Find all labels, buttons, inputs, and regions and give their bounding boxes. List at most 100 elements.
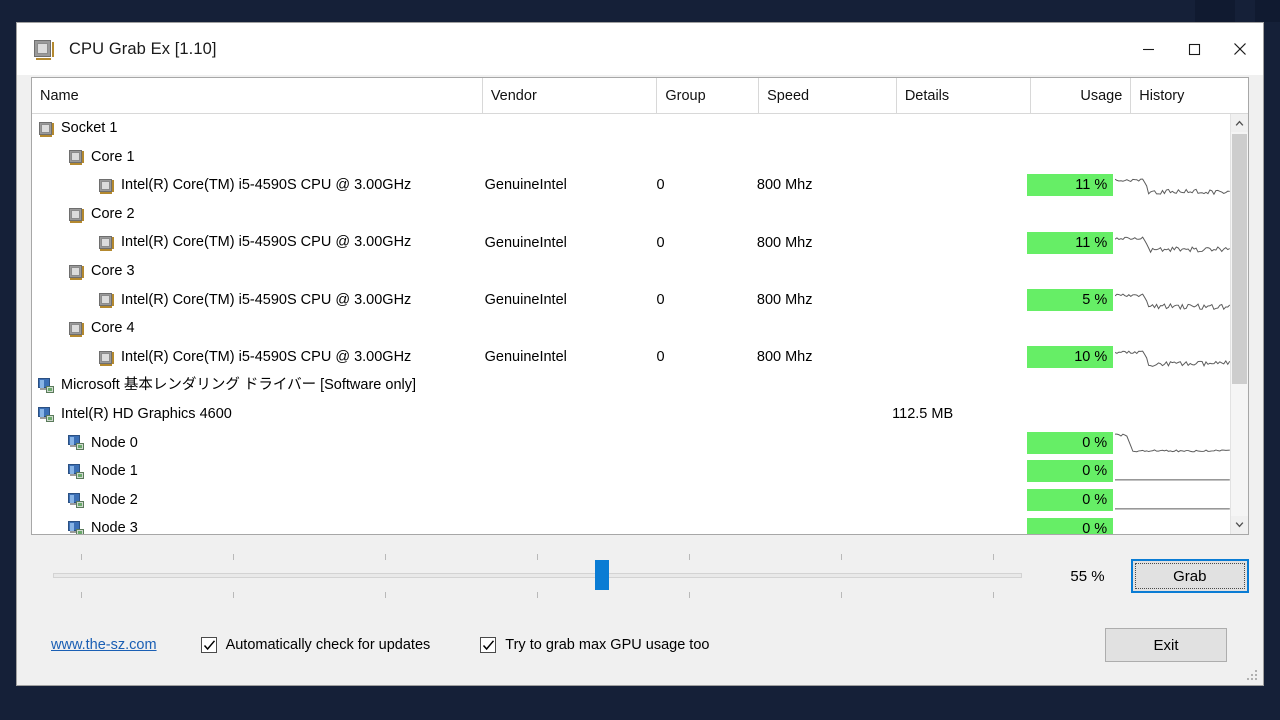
usage-bar: 10 %	[1027, 346, 1114, 369]
table-row[interactable]: Intel(R) Core(TM) i5-4590S CPU @ 3.00GHz…	[32, 286, 1230, 315]
history-sparkline	[1115, 350, 1230, 368]
close-icon[interactable]	[1217, 23, 1263, 75]
row-name-label: Node 3	[91, 520, 138, 534]
exit-button[interactable]: Exit	[1105, 628, 1227, 662]
row-speed-cell	[749, 314, 885, 343]
row-vendor-cell	[476, 514, 648, 534]
column-header-usage[interactable]: Usage	[1031, 78, 1132, 113]
device-tree-list[interactable]: Name Vendor Group Speed Details Usage Hi…	[31, 77, 1249, 535]
row-history-cell	[1115, 114, 1230, 143]
scroll-up-icon[interactable]	[1231, 114, 1248, 132]
table-row[interactable]: Intel(R) HD Graphics 4600 112.5 MB	[32, 400, 1230, 429]
row-vendor-cell: GenuineIntel	[484, 177, 567, 194]
load-slider[interactable]	[53, 546, 1023, 606]
row-name-label: Microsoft 基本レンダリング ドライバー [Software only]	[61, 377, 417, 394]
history-sparkline	[1115, 293, 1230, 311]
table-row[interactable]: Socket 1	[32, 114, 1230, 143]
row-usage-cell: 0 %	[1017, 489, 1115, 512]
row-name-label: Intel(R) Core(TM) i5-4590S CPU @ 3.00GHz	[121, 291, 412, 308]
grab-button[interactable]: Grab	[1130, 559, 1249, 593]
row-name-cell: Microsoft 基本レンダリング ドライバー [Software only]	[32, 371, 476, 400]
table-row[interactable]: Core 4	[32, 314, 1230, 343]
resize-grip[interactable]	[1247, 670, 1259, 682]
row-name-cell: Intel(R) Core(TM) i5-4590S CPU @ 3.00GHz	[32, 343, 477, 372]
cpu-chip-icon	[98, 234, 115, 252]
row-details-cell	[884, 429, 1017, 458]
checkbox-auto-update-box[interactable]	[200, 637, 217, 653]
column-header-history[interactable]: History	[1131, 78, 1248, 113]
row-speed-cell	[748, 114, 884, 143]
history-sparkline	[1115, 479, 1230, 481]
slider-tick	[993, 554, 995, 560]
cpu-chip-icon	[38, 120, 55, 137]
checkbox-gpu-usage-box[interactable]	[480, 637, 497, 653]
row-usage-cell: 5 %	[1017, 288, 1115, 311]
row-group-cell	[648, 200, 748, 229]
scroll-down-icon[interactable]	[1231, 516, 1248, 534]
row-name-cell: Node 1	[32, 457, 476, 486]
cpu-chip-icon	[68, 206, 85, 223]
row-group-cell: 0	[656, 349, 665, 366]
vertical-scrollbar[interactable]	[1230, 114, 1248, 534]
table-row[interactable]: Node 3 0 %	[32, 514, 1230, 534]
table-row[interactable]: Core 1	[32, 143, 1230, 172]
row-name-cell: Intel(R) HD Graphics 4600	[32, 400, 476, 429]
slider-ticks-bottom	[53, 592, 1022, 598]
check-icon	[483, 640, 495, 651]
row-history-cell	[1115, 200, 1230, 229]
row-details-cell	[884, 514, 1017, 534]
website-link[interactable]: www.the-sz.com	[51, 637, 157, 653]
row-speed-cell	[749, 486, 885, 515]
table-row[interactable]: Core 2	[32, 200, 1230, 229]
row-history-cell	[1115, 343, 1230, 372]
scrollbar-thumb[interactable]	[1232, 134, 1247, 384]
row-vendor-cell	[476, 486, 648, 515]
row-vendor-cell	[476, 457, 648, 486]
row-details-cell	[884, 143, 1017, 172]
row-group-cell	[648, 486, 748, 515]
tree-rows-area: Socket 1 Core 1 Intel(R) Core(TM) i5-4590S…	[32, 114, 1248, 534]
scrollbar-track[interactable]	[1231, 132, 1248, 516]
slider-thumb[interactable]	[595, 560, 610, 590]
row-name-cell: Intel(R) Core(TM) i5-4590S CPU @ 3.00GHz	[32, 228, 477, 257]
row-name-label: Node 2	[91, 491, 138, 508]
gpu-display-icon	[68, 434, 85, 451]
table-row[interactable]: Intel(R) Core(TM) i5-4590S CPU @ 3.00GHz…	[32, 228, 1230, 257]
row-name-label: Intel(R) Core(TM) i5-4590S CPU @ 3.00GHz	[121, 177, 412, 194]
history-sparkline	[1115, 433, 1230, 453]
check-icon	[203, 640, 215, 651]
row-vendor-cell: GenuineIntel	[484, 234, 567, 251]
table-row[interactable]: Node 0 0 %	[32, 429, 1230, 458]
row-group-cell: 0	[656, 234, 665, 251]
table-row[interactable]: Intel(R) Core(TM) i5-4590S CPU @ 3.00GHz…	[32, 343, 1230, 372]
table-row[interactable]: Microsoft 基本レンダリング ドライバー [Software only]	[32, 371, 1230, 400]
row-speed-cell: 800 Mhz	[756, 234, 813, 251]
row-usage-cell: 10 %	[1017, 346, 1115, 369]
cpu-chip-icon	[68, 263, 85, 280]
checkbox-auto-update[interactable]: Automatically check for updates	[200, 637, 430, 653]
table-row[interactable]: Node 1 0 %	[32, 457, 1230, 486]
row-group-cell	[648, 400, 748, 429]
cpu-grab-ex-window: CPU Grab Ex [1.10] Name Vendor Group Spe…	[16, 22, 1264, 686]
gpu-display-icon	[68, 463, 85, 480]
table-row[interactable]: Core 3	[32, 257, 1230, 286]
row-history-cell	[1115, 171, 1230, 200]
maximize-icon[interactable]	[1171, 23, 1217, 75]
column-header-vendor[interactable]: Vendor	[483, 78, 658, 113]
row-vendor-cell	[476, 114, 648, 143]
slider-track[interactable]	[53, 573, 1023, 578]
table-row[interactable]: Node 2 0 %	[32, 486, 1230, 515]
row-group-cell	[648, 514, 748, 534]
load-slider-row: 55 % Grab	[31, 535, 1249, 613]
title-bar[interactable]: CPU Grab Ex [1.10]	[17, 23, 1263, 75]
column-header-group[interactable]: Group	[657, 78, 760, 113]
row-speed-cell	[748, 400, 884, 429]
row-details-cell	[884, 114, 1017, 143]
column-header-speed[interactable]: Speed	[759, 78, 897, 113]
column-header-details[interactable]: Details	[897, 78, 1032, 113]
minimize-icon[interactable]	[1125, 23, 1171, 75]
checkbox-gpu-usage[interactable]: Try to grab max GPU usage too	[480, 637, 709, 653]
row-name-label: Intel(R) Core(TM) i5-4590S CPU @ 3.00GHz	[121, 348, 412, 365]
table-row[interactable]: Intel(R) Core(TM) i5-4590S CPU @ 3.00GHz…	[32, 171, 1230, 200]
column-header-name[interactable]: Name	[32, 78, 483, 113]
